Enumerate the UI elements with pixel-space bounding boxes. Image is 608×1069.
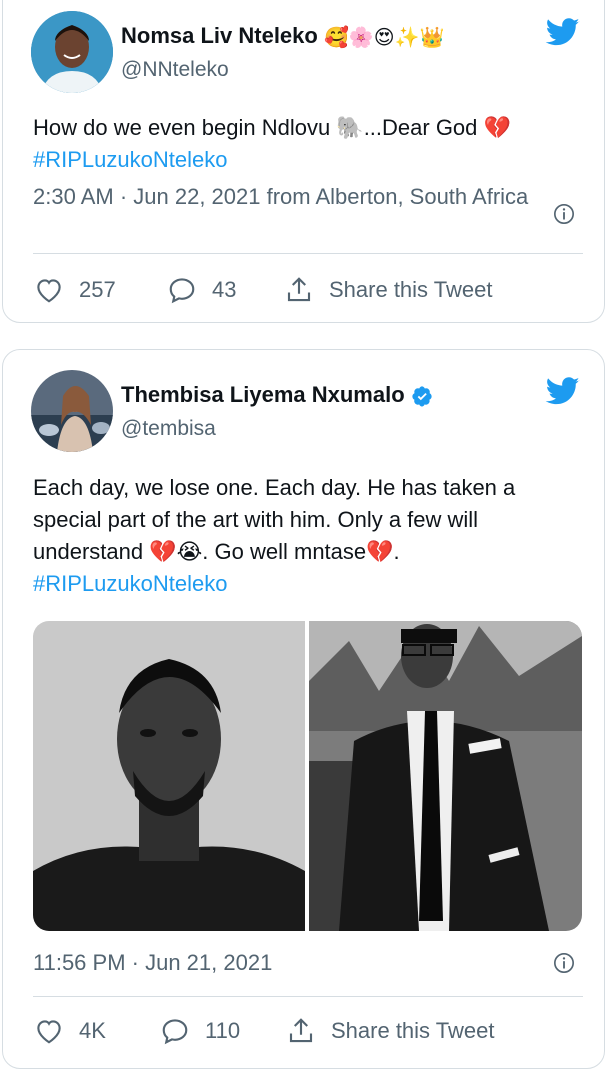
divider [33,996,583,997]
tweet-text: How do we even begin Ndlovu 🐘...Dear God… [33,112,578,176]
reply-count: 43 [212,277,237,302]
avatar[interactable] [31,370,113,452]
reply-button[interactable]: 110 [159,1011,240,1051]
tweet-timestamp[interactable]: 2:30 AM · Jun 22, 2021 from Alberton, So… [33,181,533,213]
display-name-text: Nomsa Liv Nteleko [121,23,318,48]
display-name[interactable]: Thembisa Liyema Nxumalo [121,382,433,408]
reply-count: 110 [205,1018,241,1043]
share-label: Share this Tweet [329,277,493,302]
photo-left[interactable] [33,621,305,931]
share-label: Share this Tweet [331,1018,495,1043]
share-icon [289,1018,313,1043]
like-count: 257 [79,277,116,302]
action-bar: 4K 110 Share this Tweet [33,1011,593,1051]
like-button[interactable]: 4K [33,1011,106,1051]
display-name-text: Thembisa Liyema Nxumalo [121,382,405,407]
hashtag-link[interactable]: #RIPLuzukoNteleko [33,568,578,600]
photo-right[interactable] [309,621,582,931]
action-bar: 257 43 Share this Tweet [33,270,593,310]
avatar[interactable] [31,11,113,93]
display-name[interactable]: Nomsa Liv Nteleko 🥰🌸😍✨👑 [121,23,444,50]
tweet-body: How do we even begin Ndlovu 🐘...Dear God… [33,115,511,140]
media-grid[interactable] [33,621,582,931]
reply-bubble-icon [169,278,195,304]
reply-bubble-icon [162,1019,188,1045]
hashtag-link[interactable]: #RIPLuzukoNteleko [33,144,578,176]
tweet-timestamp[interactable]: 11:56 PM · Jun 21, 2021 [33,947,533,979]
tweet-body: Each day, we lose one. Each day. He has … [33,475,516,564]
twitter-bird-icon[interactable] [543,15,583,49]
heart-icon [37,1020,61,1044]
emoji-decorations: 🥰🌸😍✨👑 [323,26,445,49]
tweet-text: Each day, we lose one. Each day. He has … [33,472,578,600]
heart-icon [37,279,61,303]
share-button[interactable]: Share this Tweet [283,270,492,310]
divider [33,253,583,254]
info-icon[interactable] [553,203,575,225]
verified-badge-icon [412,386,432,407]
share-button[interactable]: Share this Tweet [285,1011,494,1051]
like-button[interactable]: 257 [33,270,116,310]
twitter-bird-icon[interactable] [543,374,583,408]
like-count: 4K [79,1018,106,1043]
reply-button[interactable]: 43 [166,270,236,310]
info-icon[interactable] [553,952,575,974]
user-handle[interactable]: @NNteleko [121,58,229,82]
tweet-card[interactable]: Nomsa Liv Nteleko 🥰🌸😍✨👑 @NNteleko How do… [2,0,605,323]
tweet-card[interactable]: Thembisa Liyema Nxumalo @tembisa Each da… [2,349,605,1069]
share-icon [287,277,311,302]
user-handle[interactable]: @tembisa [121,417,216,441]
